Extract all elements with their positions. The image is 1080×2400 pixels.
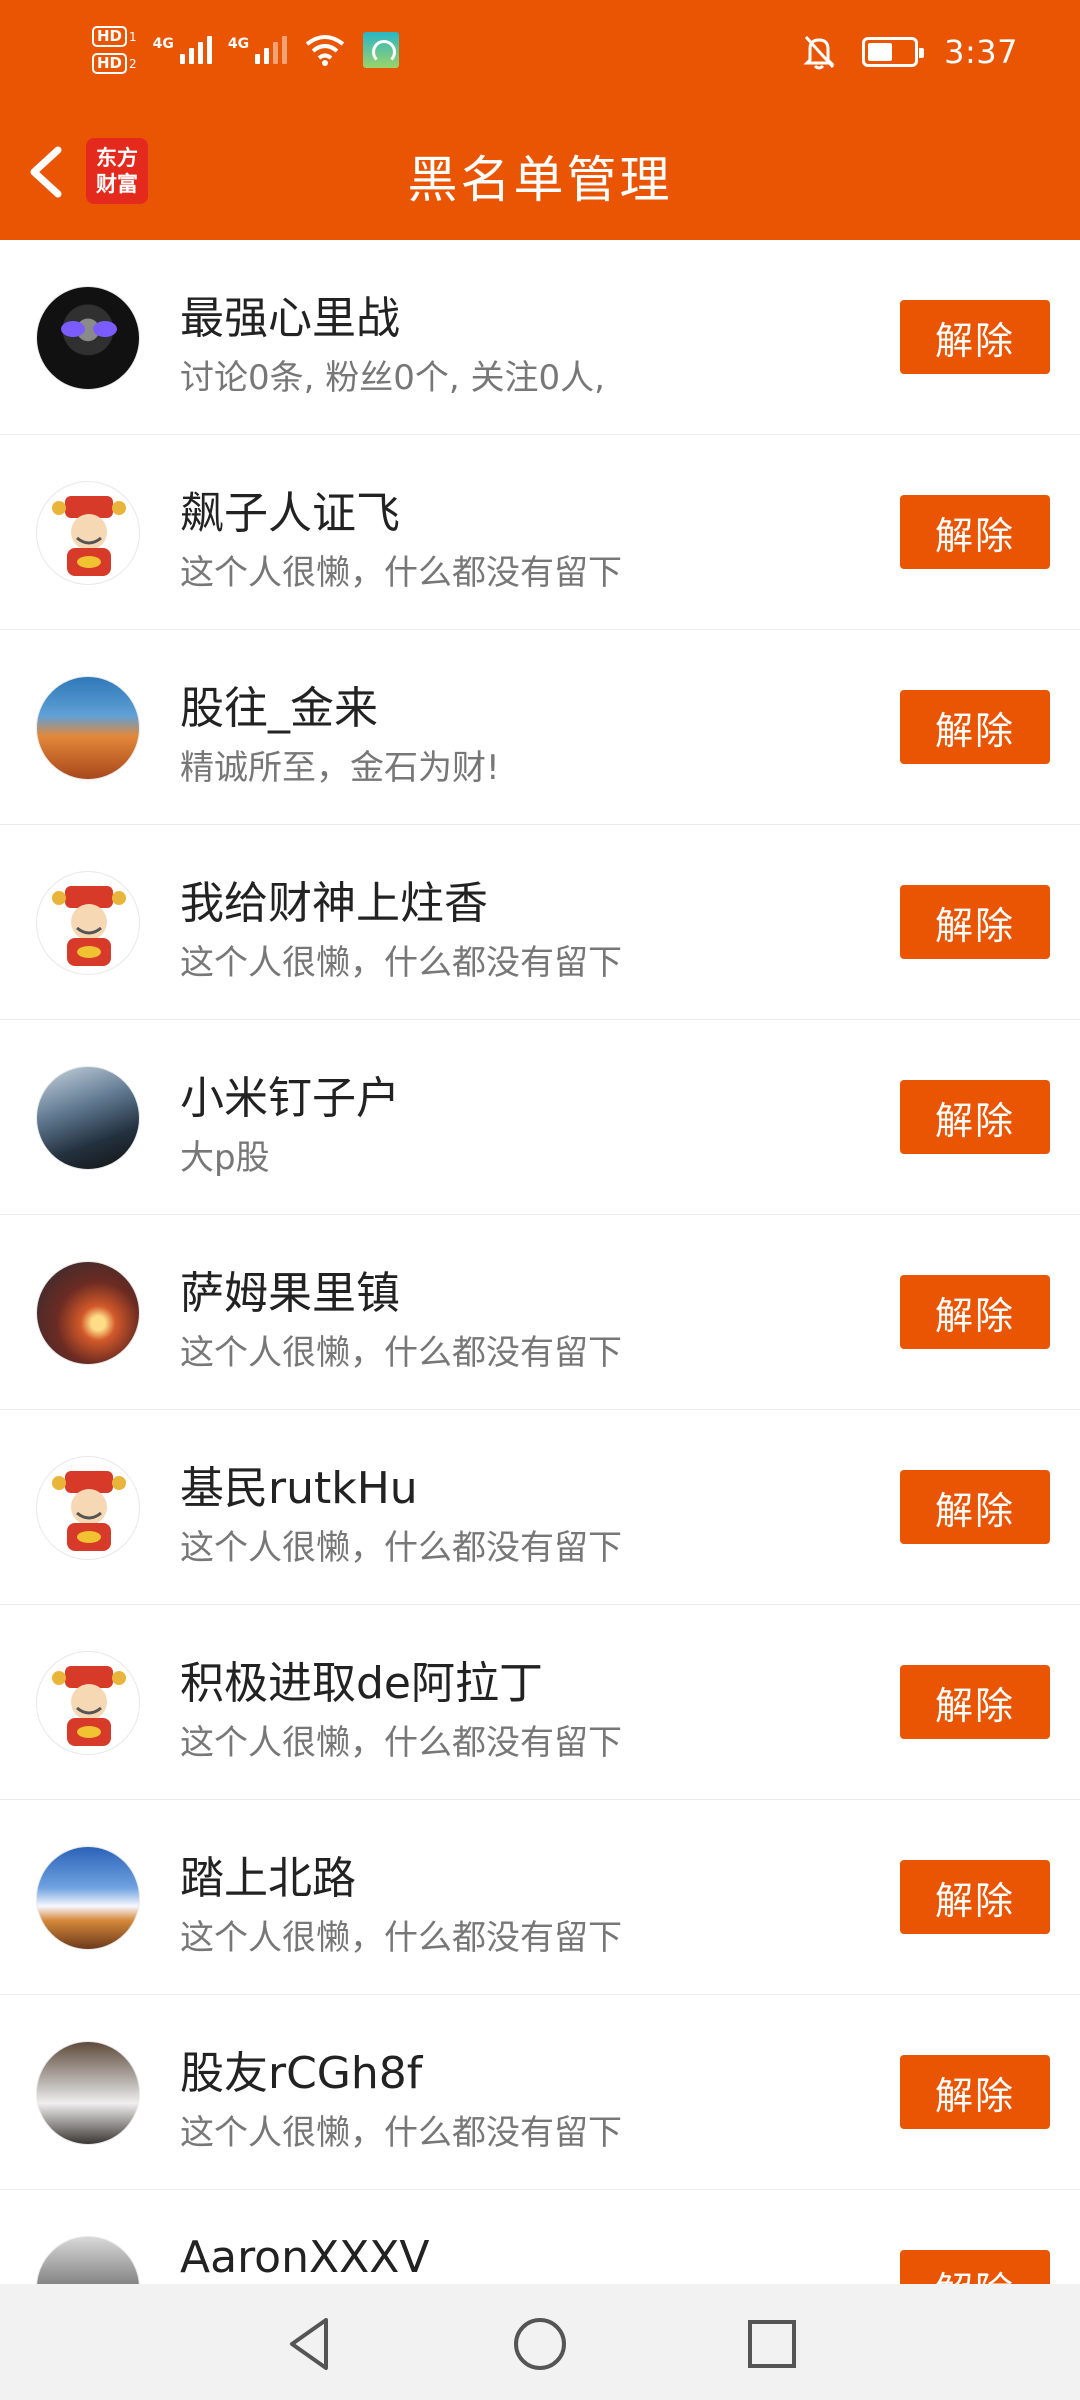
wifi-icon [305,35,345,66]
fortune-god-icon [52,496,126,576]
list-item[interactable]: 股友rCGh8f 这个人很懒，什么都没有留下 解除 [0,1995,1080,2190]
avatar[interactable] [36,2041,140,2145]
user-name: 小米钉子户 [180,1073,400,1124]
user-name: 股友rCGh8f [180,2048,423,2099]
unblock-button[interactable]: 解除 [900,300,1050,374]
user-name: 股往_金来 [180,683,378,734]
sim2-indicator: HD 2 [92,53,137,74]
unblock-button[interactable]: 解除 [900,690,1050,764]
user-name: AaronXXXV [180,2232,430,2283]
user-description: 讨论0条, 粉丝0个, 关注0人, [180,358,605,398]
user-description: 精诚所至，金石为财! [180,748,500,788]
list-item[interactable]: AaronXXXV 解除 [0,2190,1080,2284]
list-item[interactable]: 小米钉子户大p股 解除 [0,1020,1080,1215]
user-description: 大p股 [180,1138,270,1178]
sim-number: 2 [129,56,137,71]
user-description: 这个人很懒，什么都没有留下 [180,1528,622,1568]
list-item[interactable]: 萨姆果里镇这个人很懒，什么都没有留下 解除 [0,1215,1080,1410]
unblock-button[interactable]: 解除 [900,1665,1050,1739]
user-name: 萨姆果里镇 [180,1268,400,1319]
signal-icon: 4G [153,36,212,64]
user-description: 这个人很懒，什么都没有留下 [180,1918,622,1958]
fortune-god-icon [52,1666,126,1746]
list-item[interactable]: 最强心里战讨论0条, 粉丝0个, 关注0人, 解除 [0,240,1080,435]
user-name: 最强心里战 [180,293,400,344]
list-item[interactable]: 基民rutkHu 这个人很懒，什么都没有留下 解除 [0,1410,1080,1605]
mute-bell-icon [803,35,835,70]
user-name: 飙子人证飞 [180,488,400,539]
list-item[interactable]: 踏上北路这个人很懒，什么都没有留下 解除 [0,1800,1080,1995]
network-type: 4G [227,36,250,52]
nav-back-icon[interactable] [278,2314,338,2374]
avatar[interactable] [36,286,140,390]
battery-icon [862,37,925,67]
avatar[interactable] [36,1066,140,1170]
user-name: 我给财神上炷香 [180,878,488,929]
status-bar: HD 1 HD 2 4G 4G 3:37 [0,0,1080,102]
unblock-button[interactable]: 解除 [900,2250,1050,2284]
network-type: 4G [152,36,174,52]
user-description: 这个人很懒，什么都没有留下 [180,2113,622,2153]
status-right: 3:37 [802,22,1018,82]
unblock-button[interactable]: 解除 [900,1470,1050,1544]
hd-badge: HD [92,53,128,74]
avatar[interactable] [36,871,140,975]
avatar[interactable] [36,676,140,780]
avatar[interactable] [36,1456,140,1560]
page-title: 黑名单管理 [407,151,673,209]
avatar[interactable] [36,2236,140,2284]
fortune-god-icon [52,1471,126,1551]
sim1-indicator: HD 1 [92,26,137,47]
signal-icon: 4G [227,36,288,64]
sim-indicators: HD 1 HD 2 [92,26,137,74]
blacklist-list: 最强心里战 讨论0条, 粉丝0个, 关注0人, 解除 飙子人证飞 这个人很懒，什么都没有… [0,240,1080,2284]
hd-badge: HD [92,26,128,47]
nav-recents-icon[interactable] [742,2314,802,2374]
user-name: 积极进取de阿拉丁 [180,1658,543,1709]
unblock-button[interactable]: 解除 [900,1275,1050,1349]
list-item[interactable]: 飙子人证飞这个人很懒，什么都没有留下 解除 [0,435,1080,630]
app-notification-icon [363,32,400,68]
user-description: 这个人很懒，什么都没有留下 [180,1333,622,1373]
title-bar: 东方 财富 黑名单管理 [0,102,1080,240]
user-name: 踏上北路 [180,1853,356,1904]
avatar[interactable] [36,481,140,585]
fortune-god-icon [52,886,126,966]
unblock-button[interactable]: 解除 [900,885,1050,959]
nav-home-icon[interactable] [510,2314,570,2374]
unblock-button[interactable]: 解除 [900,2055,1050,2129]
list-item[interactable]: 股往_金来精诚所至，金石为财! 解除 [0,630,1080,825]
user-description: 这个人很懒，什么都没有留下 [180,553,622,593]
navigation-bar [0,2284,1080,2400]
avatar[interactable] [36,1261,140,1365]
avatar[interactable] [36,1846,140,1950]
status-left: HD 1 HD 2 4G 4G [92,20,400,80]
user-description: 这个人很懒，什么都没有留下 [180,1723,622,1763]
user-name: 基民rutkHu [180,1463,418,1514]
clock: 3:37 [944,33,1018,71]
avatar[interactable] [36,1651,140,1755]
unblock-button[interactable]: 解除 [900,495,1050,569]
list-item[interactable]: 积极进取de阿拉丁这个人很懒，什么都没有留下 解除 [0,1605,1080,1800]
user-description: 这个人很懒，什么都没有留下 [180,943,622,983]
unblock-button[interactable]: 解除 [900,1860,1050,1934]
sim-number: 1 [129,29,137,44]
unblock-button[interactable]: 解除 [900,1080,1050,1154]
list-item[interactable]: 我给财神上炷香这个人很懒，什么都没有留下 解除 [0,825,1080,1020]
screen: HD 1 HD 2 4G 4G 3:37 东方 财富 黑名单管理 最强心里战 讨… [0,0,1080,2400]
